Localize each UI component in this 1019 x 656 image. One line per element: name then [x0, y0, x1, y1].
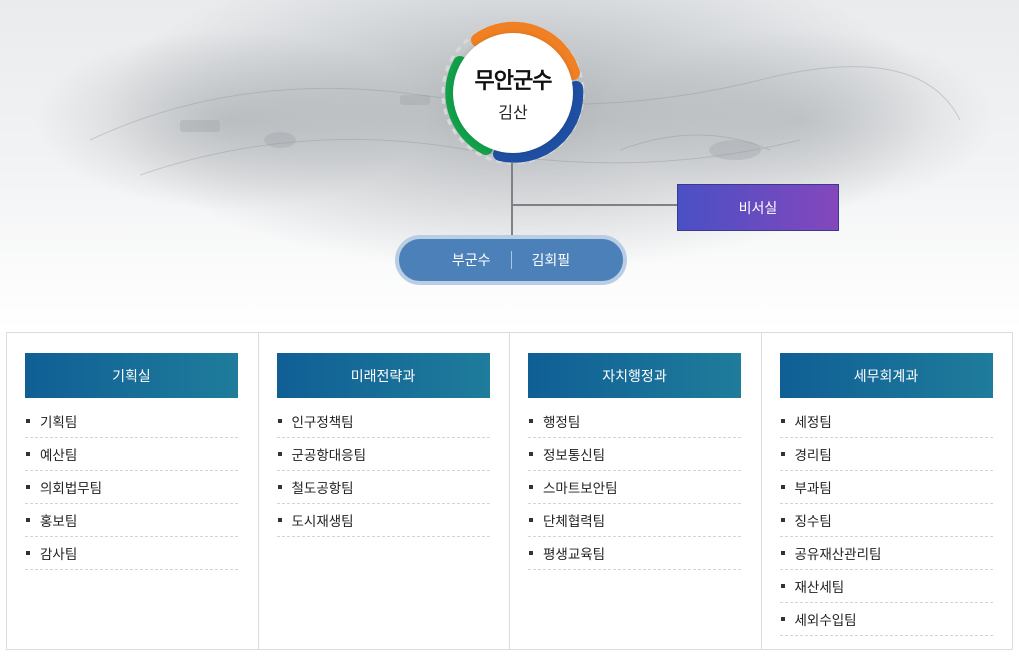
team-label: 평생교육팀 [543, 547, 606, 563]
bullet-icon [26, 518, 30, 522]
team-label: 예산팀 [40, 448, 78, 464]
team-item[interactable]: 세정팀 [779, 405, 993, 438]
team-item[interactable]: 홍보팀 [25, 504, 238, 537]
bullet-icon [780, 584, 785, 588]
org-connector-vertical [511, 162, 513, 237]
team-item[interactable]: 감사팀 [25, 537, 238, 570]
team-label: 공유재산관리팀 [794, 547, 882, 563]
department-title-button[interactable]: 기획실 [25, 353, 238, 398]
bullet-icon [529, 551, 533, 555]
team-list: 행정팀 정보통신팀 스마트보안팀 단체협력팀 평생교육팀 [528, 405, 741, 570]
team-label: 홍보팀 [40, 514, 78, 530]
bullet-icon [780, 452, 785, 456]
bullet-icon [26, 419, 30, 423]
team-label: 재산세팀 [794, 580, 845, 596]
bullet-icon [277, 485, 282, 489]
bullet-icon [780, 419, 785, 423]
team-label: 스마트보안팀 [543, 481, 618, 497]
team-label: 징수팀 [794, 514, 832, 530]
mayor-node[interactable]: 무안군수 김산 [453, 33, 573, 153]
team-label: 단체협력팀 [543, 514, 606, 530]
team-item[interactable]: 징수팀 [779, 504, 993, 537]
team-item[interactable]: 경리팀 [779, 438, 993, 471]
team-label: 세외수입팀 [794, 613, 857, 629]
department-title-button[interactable]: 미래전략과 [276, 353, 490, 398]
bullet-icon [277, 518, 282, 522]
team-item[interactable]: 단체협력팀 [528, 504, 741, 537]
team-label: 기획팀 [40, 415, 78, 431]
team-list: 인구정책팀 군공항대응팀 철도공항팀 도시재생팀 [276, 405, 490, 537]
bullet-icon [26, 452, 30, 456]
bullet-icon [529, 452, 533, 456]
team-label: 감사팀 [40, 547, 78, 563]
bullet-icon [529, 419, 533, 423]
bullet-icon [780, 518, 785, 522]
team-item[interactable]: 재산세팀 [779, 570, 993, 603]
team-item[interactable]: 철도공항팀 [276, 471, 490, 504]
team-item[interactable]: 군공항대응팀 [276, 438, 490, 471]
team-item[interactable]: 스마트보안팀 [528, 471, 741, 504]
secretary-office-label: 비서실 [738, 200, 778, 217]
vice-mayor-divider [510, 251, 512, 269]
department-column: 자치행정과 행정팀 정보통신팀 스마트보안팀 단체협력팀 평생교육팀 [510, 333, 762, 649]
team-item[interactable]: 세외수입팀 [779, 603, 993, 636]
vice-mayor-node[interactable]: 부군수 김회필 [395, 235, 627, 285]
team-item[interactable]: 도시재생팀 [276, 504, 490, 537]
team-label: 인구정책팀 [291, 415, 354, 431]
team-label: 군공항대응팀 [291, 448, 367, 464]
team-list: 기획팀 예산팀 의회법무팀 홍보팀 감사팀 [25, 405, 238, 570]
team-label: 철도공항팀 [291, 481, 354, 497]
department-column: 미래전략과 인구정책팀 군공항대응팀 철도공항팀 도시재생팀 [259, 333, 510, 649]
bullet-icon [277, 419, 282, 423]
bullet-icon [780, 485, 785, 489]
team-item[interactable]: 정보통신팀 [528, 438, 741, 471]
team-item[interactable]: 인구정책팀 [276, 405, 490, 438]
team-item[interactable]: 평생교육팀 [528, 537, 741, 570]
department-column: 세무회계과 세정팀 경리팀 부과팀 징수팀 공유재산관리팀 재산세팀 세외수입팀 [762, 333, 1013, 649]
team-list: 세정팀 경리팀 부과팀 징수팀 공유재산관리팀 재산세팀 세외수입팀 [779, 405, 993, 636]
department-title-button[interactable]: 세무회계과 [779, 353, 993, 398]
bullet-icon [277, 452, 282, 456]
hero-banner: 무안군수 김산 비서실 부군수 김회필 [0, 0, 1019, 330]
team-label: 부과팀 [794, 481, 832, 497]
secretary-office-button[interactable]: 비서실 [677, 184, 839, 231]
team-item[interactable]: 기획팀 [25, 405, 238, 438]
mayor-title: 무안군수 [474, 69, 553, 94]
department-column: 기획실 기획팀 예산팀 의회법무팀 홍보팀 감사팀 [7, 333, 259, 649]
bullet-icon [780, 617, 785, 621]
team-label: 의회법무팀 [40, 481, 103, 497]
team-item[interactable]: 예산팀 [25, 438, 238, 471]
vice-mayor-name: 김회필 [531, 253, 571, 269]
team-label: 행정팀 [543, 415, 581, 431]
team-label: 세정팀 [794, 415, 832, 431]
bullet-icon [26, 551, 30, 555]
department-grid: 기획실 기획팀 예산팀 의회법무팀 홍보팀 감사팀 미래전략과 인구정책팀 군공… [6, 332, 1013, 650]
team-label: 정보통신팀 [543, 448, 606, 464]
team-item[interactable]: 행정팀 [528, 405, 741, 438]
bullet-icon [529, 485, 533, 489]
bullet-icon [26, 485, 30, 489]
vice-mayor-title: 부군수 [451, 253, 491, 269]
team-item[interactable]: 공유재산관리팀 [779, 537, 993, 570]
team-label: 경리팀 [794, 448, 832, 464]
team-item[interactable]: 의회법무팀 [25, 471, 238, 504]
bullet-icon [529, 518, 533, 522]
mayor-name: 김산 [498, 103, 528, 122]
bullet-icon [780, 551, 785, 555]
team-label: 도시재생팀 [291, 514, 354, 530]
org-connector-horizontal [511, 204, 677, 206]
team-item[interactable]: 부과팀 [779, 471, 993, 504]
department-title-button[interactable]: 자치행정과 [528, 353, 741, 398]
